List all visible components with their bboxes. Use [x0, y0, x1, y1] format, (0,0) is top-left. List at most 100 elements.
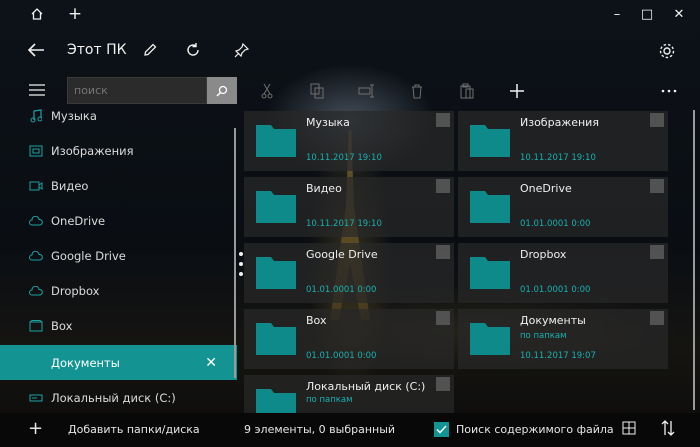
item-subtitle: по папкам: [306, 395, 353, 405]
minimize-button[interactable]: –: [602, 0, 632, 28]
sidebar-item-video[interactable]: Видео: [0, 168, 237, 203]
edit-pencil-icon[interactable]: [140, 40, 160, 60]
sidebar-item-label: Видео: [51, 178, 89, 193]
select-checkbox[interactable]: [436, 179, 450, 193]
copy-icon[interactable]: [305, 80, 329, 102]
folder-tile-google-drive[interactable]: Google Drive 01.01.0001 0:00: [244, 243, 454, 303]
sidebar-item-music[interactable]: Музыка: [0, 98, 237, 133]
folder-icon: [470, 191, 510, 223]
folder-tile-box[interactable]: Box 01.01.0001 0:00: [244, 309, 454, 369]
sidebar-item-dropbox[interactable]: Dropbox: [0, 273, 237, 308]
sidebar-item-label: Dropbox: [51, 283, 100, 298]
folder-tile-video[interactable]: Видео 10.11.2017 19:10: [244, 177, 454, 237]
refresh-icon[interactable]: [183, 40, 203, 60]
hamburger-menu-icon[interactable]: [28, 83, 46, 97]
settings-gear-icon[interactable]: [656, 40, 678, 62]
select-checkbox[interactable]: [650, 113, 664, 127]
sidebar-item-label: Google Drive: [51, 248, 126, 263]
pane-splitter-handle[interactable]: [239, 252, 243, 276]
sidebar-item-onedrive[interactable]: OneDrive: [0, 203, 237, 238]
folder-icon: [256, 323, 296, 355]
item-name: Локальный диск (C:): [306, 380, 426, 393]
item-name: Dropbox: [520, 248, 567, 261]
folder-tile-onedrive[interactable]: OneDrive 01.01.0001 0:00: [458, 177, 668, 237]
item-date: 01.01.0001 0:00: [520, 219, 591, 229]
folder-tile-dropbox[interactable]: Dropbox 01.01.0001 0:00: [458, 243, 668, 303]
grid-view-icon[interactable]: [622, 421, 636, 438]
sidebar-item-images[interactable]: Изображения: [0, 133, 237, 168]
folder-icon: [256, 191, 296, 223]
sidebar-item-google-drive[interactable]: Google Drive: [0, 238, 237, 273]
cut-icon[interactable]: [255, 80, 279, 102]
item-name: Видео: [306, 182, 342, 195]
back-arrow-icon[interactable]: [26, 40, 46, 60]
item-date: 01.01.0001 0:00: [306, 351, 377, 361]
sidebar-item-documents[interactable]: Документы ✕: [0, 345, 237, 380]
select-checkbox[interactable]: [436, 113, 450, 127]
content-scrollbar[interactable]: [693, 110, 695, 410]
add-folder-icon[interactable]: +: [28, 418, 43, 439]
item-subtitle: по папкам: [520, 331, 567, 341]
sidebar-item-local-disk[interactable]: Локальный диск (C:): [0, 380, 237, 415]
select-checkbox[interactable]: [436, 377, 450, 391]
rename-icon[interactable]: [355, 80, 379, 102]
item-date: 10.11.2017 19:10: [306, 219, 382, 229]
item-date: 10.11.2017 19:10: [520, 153, 596, 163]
item-date: 01.01.0001 0:00: [520, 285, 591, 295]
sidebar-scrollbar[interactable]: [234, 128, 236, 378]
sidebar-item-box[interactable]: Box: [0, 308, 237, 343]
item-name: Изображения: [520, 116, 599, 129]
item-date: 01.01.0001 0:00: [306, 285, 377, 295]
select-checkbox[interactable]: [650, 245, 664, 259]
add-icon[interactable]: [505, 80, 529, 102]
folder-icon: [256, 389, 296, 413]
folder-icon: [470, 323, 510, 355]
folder-icon: [256, 125, 296, 157]
title-bar: + – □ ✕: [0, 0, 700, 28]
more-icon[interactable]: [657, 80, 681, 102]
pin-icon[interactable]: [232, 40, 252, 60]
cloud-icon: [28, 213, 44, 229]
sidebar-item-label: Музыка: [51, 108, 97, 123]
folder-tile-local-disk[interactable]: Локальный диск (C:) по папкам: [244, 375, 454, 413]
video-icon: [28, 178, 44, 194]
sidebar-item-label: OneDrive: [51, 213, 106, 228]
drive-icon: [28, 390, 44, 406]
paste-icon[interactable]: [455, 80, 479, 102]
folder-icon: [256, 257, 296, 289]
close-icon[interactable]: ✕: [205, 355, 217, 371]
checkmark-icon: [436, 425, 447, 434]
sidebar-item-label: Изображения: [51, 143, 134, 158]
folder-tile-images[interactable]: Изображения 10.11.2017 19:10: [458, 111, 668, 171]
folder-icon: [470, 125, 510, 157]
content-search-label: Поиск содержимого файла: [456, 423, 614, 436]
music-icon: [28, 108, 44, 124]
cloud-icon: [28, 248, 44, 264]
select-checkbox[interactable]: [436, 311, 450, 325]
close-button[interactable]: ✕: [664, 0, 694, 28]
status-bar: + Добавить папки/диска 9 элементы, 0 выб…: [0, 413, 700, 447]
delete-icon[interactable]: [405, 80, 429, 102]
item-name: OneDrive: [520, 182, 572, 195]
new-tab-button[interactable]: +: [60, 0, 90, 28]
item-name: Box: [306, 314, 327, 327]
sort-icon[interactable]: [660, 419, 676, 440]
folder-tile-documents[interactable]: Документы по папкам 10.11.2017 19:07: [458, 309, 668, 369]
item-name: Google Drive: [306, 248, 378, 261]
home-icon[interactable]: [22, 0, 52, 28]
sidebar-item-label: Локальный диск (C:): [51, 390, 176, 405]
sidebar-item-label: Box: [51, 318, 73, 333]
folder-tile-music[interactable]: Музыка 10.11.2017 19:10: [244, 111, 454, 171]
search-icon: [216, 85, 228, 97]
box-icon: [28, 318, 44, 334]
add-folder-button[interactable]: Добавить папки/диска: [68, 423, 200, 436]
content-search-checkbox[interactable]: [434, 422, 449, 437]
cloud-icon: [28, 283, 44, 299]
image-icon: [28, 143, 44, 159]
maximize-button[interactable]: □: [632, 0, 662, 28]
sidebar: Музыка Изображения Видео OneDrive Google…: [0, 106, 237, 412]
select-checkbox[interactable]: [436, 245, 450, 259]
select-checkbox[interactable]: [650, 311, 664, 325]
item-date: 10.11.2017 19:07: [520, 351, 596, 361]
select-checkbox[interactable]: [650, 179, 664, 193]
